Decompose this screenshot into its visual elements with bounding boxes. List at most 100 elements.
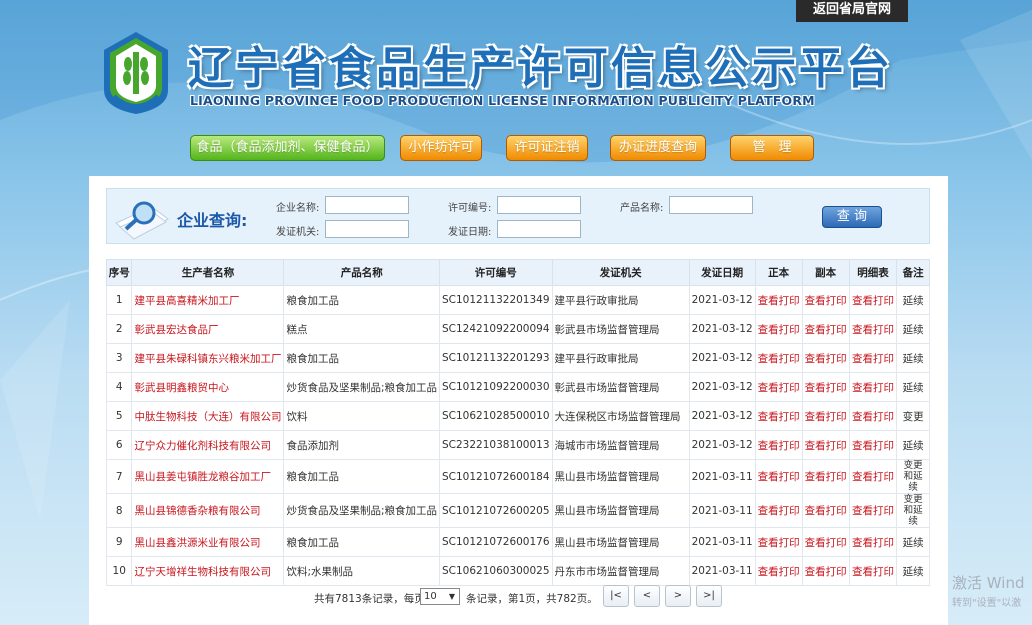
prev-page-button[interactable]: < bbox=[634, 585, 660, 607]
page-size-select[interactable]: 10 ▼ bbox=[420, 588, 460, 605]
table-cell: 延续 bbox=[896, 314, 930, 344]
view-print-link[interactable]: 查看打印 bbox=[848, 343, 898, 373]
view-print-link[interactable]: 查看打印 bbox=[754, 493, 803, 528]
last-page-button[interactable]: >| bbox=[696, 585, 722, 607]
table-row: 8 黑山县锦德香杂粮有限公司 炒货食品及坚果制品;粮食加工品 SC1012107260… bbox=[105, 493, 930, 528]
view-print-link[interactable]: 查看打印 bbox=[801, 459, 850, 494]
table-cell: 糕点 bbox=[283, 314, 440, 344]
view-print-link[interactable]: 查看打印 bbox=[801, 401, 850, 431]
license-no-input[interactable] bbox=[497, 196, 581, 214]
view-print-link[interactable]: 查看打印 bbox=[754, 459, 803, 494]
view-print-link[interactable]: 查看打印 bbox=[801, 314, 850, 344]
table-cell: 彰武县市场监督管理局 bbox=[551, 372, 690, 402]
table-cell: SC10121092200030 bbox=[439, 372, 553, 402]
company-name-input[interactable] bbox=[325, 196, 409, 214]
table-cell: 丹东市市场监督管理局 bbox=[551, 556, 690, 586]
view-print-link[interactable]: 查看打印 bbox=[801, 556, 850, 586]
table-cell: 饮料 bbox=[283, 401, 440, 431]
nav-food[interactable]: 食品（食品添加剂、保健食品） bbox=[190, 135, 385, 161]
producer-name-link[interactable]: 中肽生物科技（大连）有限公司 bbox=[131, 401, 285, 431]
table-cell: SC10121132201349 bbox=[439, 285, 553, 315]
table-cell: SC23221038100013 bbox=[439, 430, 553, 460]
back-to-provincial-site-link[interactable]: 返回省局官网 bbox=[796, 0, 908, 22]
nav-progress-query[interactable]: 办证进度查询 bbox=[610, 135, 706, 161]
view-print-link[interactable]: 查看打印 bbox=[801, 527, 850, 557]
site-header: 辽宁省食品生产许可信息公示平台 LIAONING PROVINCE FOOD P… bbox=[100, 30, 890, 116]
table-row: 2 彰武县宏达食品厂 糕点 SC12421092200094 彰武县市场监督管理局 202… bbox=[105, 314, 930, 344]
producer-name-link[interactable]: 黑山县姜屯镇胜龙粮谷加工厂 bbox=[131, 459, 285, 494]
table-cell: 延续 bbox=[896, 372, 930, 402]
issue-date-input[interactable] bbox=[497, 220, 581, 238]
producer-name-link[interactable]: 黑山县锦德香杂粮有限公司 bbox=[131, 493, 285, 528]
table-cell: 2021-03-12 bbox=[688, 343, 756, 373]
column-header: 副本 bbox=[801, 259, 850, 286]
producer-name-link[interactable]: 辽宁天增祥生物科技有限公司 bbox=[131, 556, 285, 586]
view-print-link[interactable]: 查看打印 bbox=[754, 556, 803, 586]
issuer-input[interactable] bbox=[325, 220, 409, 238]
view-print-link[interactable]: 查看打印 bbox=[801, 343, 850, 373]
column-header: 明细表 bbox=[848, 259, 898, 286]
first-page-button[interactable]: |< bbox=[603, 585, 629, 607]
producer-name-link[interactable]: 黑山县鑫洪源米业有限公司 bbox=[131, 527, 285, 557]
view-print-link[interactable]: 查看打印 bbox=[848, 556, 898, 586]
table-cell: 建平县行政审批局 bbox=[551, 285, 690, 315]
table-cell: 黑山县市场监督管理局 bbox=[551, 459, 690, 494]
table-row: 9 黑山县鑫洪源米业有限公司 粮食加工品 SC10121072600176 黑山县市场监… bbox=[105, 527, 930, 557]
os-activation-watermark: 激活 Wind bbox=[952, 574, 1025, 592]
table-cell: 8 bbox=[105, 493, 133, 528]
view-print-link[interactable]: 查看打印 bbox=[754, 430, 803, 460]
query-button[interactable]: 查 询 bbox=[822, 206, 882, 228]
table-cell: 黑山县市场监督管理局 bbox=[551, 493, 690, 528]
issuer-label: 发证机关: bbox=[276, 227, 320, 238]
view-print-link[interactable]: 查看打印 bbox=[754, 527, 803, 557]
table-cell: 10 bbox=[105, 556, 133, 586]
table-cell: SC10121072600205 bbox=[439, 493, 553, 528]
chevron-down-icon: ▼ bbox=[448, 592, 455, 601]
view-print-link[interactable]: 查看打印 bbox=[848, 459, 898, 494]
view-print-link[interactable]: 查看打印 bbox=[801, 430, 850, 460]
nav-workshop-license[interactable]: 小作坊许可 bbox=[400, 135, 482, 161]
table-header-row: 序号 生产者名称 产品名称 许可编号 发证机关 发证日期 正本 副本 明细表 备注 bbox=[105, 259, 930, 286]
table-cell: 延续 bbox=[896, 556, 930, 586]
view-print-link[interactable]: 查看打印 bbox=[848, 527, 898, 557]
producer-name-link[interactable]: 建平县高喜精米加工厂 bbox=[131, 285, 285, 315]
table-cell: 7 bbox=[105, 459, 133, 494]
view-print-link[interactable]: 查看打印 bbox=[801, 372, 850, 402]
next-page-button[interactable]: > bbox=[665, 585, 691, 607]
column-header: 生产者名称 bbox=[131, 259, 285, 286]
product-name-input[interactable] bbox=[669, 196, 753, 214]
table-row: 7 黑山县姜屯镇胜龙粮谷加工厂 粮食加工品 SC10121072600184 黑山县市场… bbox=[105, 459, 930, 494]
view-print-link[interactable]: 查看打印 bbox=[801, 493, 850, 528]
table-cell: 延续 bbox=[896, 343, 930, 373]
nav-license-cancel[interactable]: 许可证注销 bbox=[506, 135, 588, 161]
view-print-link[interactable]: 查看打印 bbox=[848, 493, 898, 528]
table-row: 5 中肽生物科技（大连）有限公司 饮料 SC10621028500010 大连保税区市场… bbox=[105, 401, 930, 431]
producer-name-link[interactable]: 建平县朱碌科镇东兴粮米加工厂 bbox=[131, 343, 285, 373]
view-print-link[interactable]: 查看打印 bbox=[754, 343, 803, 373]
view-print-link[interactable]: 查看打印 bbox=[848, 401, 898, 431]
view-print-link[interactable]: 查看打印 bbox=[754, 401, 803, 431]
view-print-link[interactable]: 查看打印 bbox=[848, 285, 898, 315]
table-cell: SC10621028500010 bbox=[439, 401, 553, 431]
table-row: 4 彰武县明鑫粮贸中心 炒货食品及坚果制品;粮食加工品 SC1012109220003… bbox=[105, 372, 930, 402]
table-cell: 2021-03-12 bbox=[688, 285, 756, 315]
table-cell: 变更和延续 bbox=[896, 493, 930, 528]
view-print-link[interactable]: 查看打印 bbox=[801, 285, 850, 315]
pagination: 共有7813条记录，每页 10 ▼ 条记录，第1页，共782页。 |< < > >… bbox=[89, 584, 948, 610]
view-print-link[interactable]: 查看打印 bbox=[754, 285, 803, 315]
page-size-value: 10 bbox=[424, 591, 437, 602]
table-cell: 炒货食品及坚果制品;粮食加工品 bbox=[283, 493, 440, 528]
table-cell: SC10621060300025 bbox=[439, 556, 553, 586]
view-print-link[interactable]: 查看打印 bbox=[848, 372, 898, 402]
view-print-link[interactable]: 查看打印 bbox=[848, 314, 898, 344]
table-cell: 5 bbox=[105, 401, 133, 431]
view-print-link[interactable]: 查看打印 bbox=[848, 430, 898, 460]
view-print-link[interactable]: 查看打印 bbox=[754, 314, 803, 344]
producer-name-link[interactable]: 辽宁众力催化剂科技有限公司 bbox=[131, 430, 285, 460]
producer-name-link[interactable]: 彰武县明鑫粮贸中心 bbox=[131, 372, 285, 402]
view-print-link[interactable]: 查看打印 bbox=[754, 372, 803, 402]
nav-manage[interactable]: 管 理 bbox=[730, 135, 814, 161]
producer-name-link[interactable]: 彰武县宏达食品厂 bbox=[131, 314, 285, 344]
table-cell: 延续 bbox=[896, 430, 930, 460]
column-header: 许可编号 bbox=[439, 259, 553, 286]
